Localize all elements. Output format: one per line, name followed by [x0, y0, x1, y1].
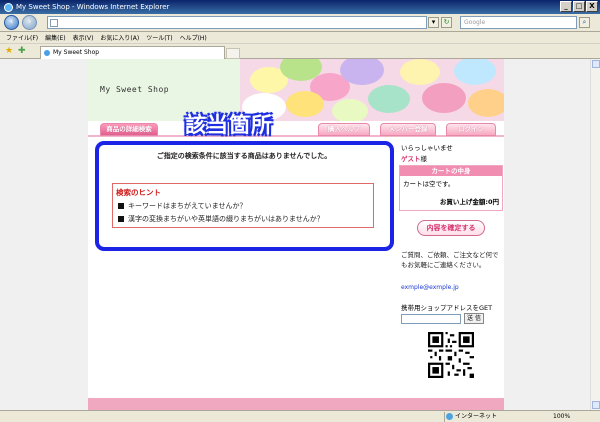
menu-view[interactable]: 表示(V): [73, 33, 94, 42]
menu-help[interactable]: ヘルプ(H): [180, 33, 207, 42]
cart-title: カートの中身: [400, 166, 502, 176]
status-bar: インターネット 100%: [0, 410, 600, 422]
menu-favorites[interactable]: お気に入り(A): [100, 33, 139, 42]
contact-email-link[interactable]: exmple@exmple.jp: [401, 284, 459, 291]
qr-code-image: [428, 332, 474, 378]
menu-bar: ファイル(F) 編集(E) 表示(V) お気に入り(A) ツール(T) ヘルプ(…: [0, 32, 600, 44]
scroll-up-button[interactable]: [592, 60, 600, 68]
site-nav: 商品の詳細検索 購入ヘルプ メンバー登録 ログイン: [88, 121, 504, 137]
search-hint-box: 検索のヒント キーワードはまちがえていませんか？ 漢字の変換まちがいや英単語の綴…: [112, 183, 374, 228]
minimize-button[interactable]: _: [560, 1, 572, 12]
menu-tools[interactable]: ツール(T): [146, 33, 172, 42]
window-titlebar: My Sweet Shop - Windows Internet Explore…: [0, 0, 600, 14]
confirm-cart-button[interactable]: 内容を確定する: [417, 220, 485, 236]
tab-page-icon: [44, 50, 50, 56]
scroll-down-button[interactable]: [592, 401, 600, 409]
greeting-text: いらっしゃいませ: [401, 144, 453, 152]
mobile-address-input[interactable]: [401, 314, 461, 324]
send-button[interactable]: 送 信: [464, 313, 484, 324]
browser-viewport: My Sweet Shop 商品の詳細検索 購入ヘルプ メンバー登録 ログイン: [0, 59, 600, 410]
new-tab-button[interactable]: [226, 48, 240, 59]
nav-tab-purchase-help[interactable]: 購入ヘルプ: [318, 123, 370, 136]
no-results-message: ご指定の検索条件に該当する商品はありませんでした。: [156, 152, 332, 160]
cart-box: カートの中身 カートは空です。 お買い上げ金額:0円: [399, 165, 503, 211]
site-header: My Sweet Shop: [88, 59, 504, 121]
address-dropdown-button[interactable]: ▾: [428, 17, 439, 28]
search-icon[interactable]: ⌕: [579, 17, 590, 28]
guest-name: ゲスト: [401, 155, 421, 163]
favorites-star-icon[interactable]: ★: [5, 46, 13, 56]
address-toolbar: ‹ › ▾ ↻ × Google ⌕: [0, 14, 600, 32]
forward-button[interactable]: ›: [22, 15, 37, 30]
nav-tab-member-register[interactable]: メンバー登録: [380, 123, 436, 136]
add-favorite-icon[interactable]: ✚: [18, 46, 26, 56]
hint-title: 検索のヒント: [116, 188, 161, 197]
footer-bar: [88, 398, 504, 410]
bullet-icon: [118, 216, 124, 222]
nav-tab-login[interactable]: ログイン: [446, 123, 496, 136]
tab-bar: ★ ✚ My Sweet Shop: [0, 44, 600, 59]
hint-item: 漢字の変換まちがいや英単語の綴りまちがいはありませんか？: [118, 214, 324, 224]
sidebar: いらっしゃいませ ゲスト様 カートの中身 カートは空です。 お買い上げ金額:0円…: [398, 139, 504, 410]
cart-empty-text: カートは空です。: [403, 180, 455, 188]
address-input[interactable]: [47, 16, 427, 29]
globe-icon: [446, 413, 453, 420]
cart-total: お買い上げ金額:0円: [439, 198, 499, 206]
maximize-button[interactable]: □: [573, 1, 585, 12]
window-controls: _ □ X: [560, 1, 598, 12]
site-logo[interactable]: My Sweet Shop: [100, 85, 169, 94]
ie-icon: [4, 2, 13, 12]
security-zone: インターネット: [444, 412, 544, 422]
window-title: My Sweet Shop - Windows Internet Explore…: [16, 3, 170, 11]
annotation-label: 該当箇所: [185, 113, 273, 137]
close-button[interactable]: X: [586, 1, 598, 12]
guest-line: ゲスト様: [401, 155, 427, 163]
hint-item: キーワードはまちがえていませんか？: [118, 201, 246, 211]
mobile-address-label: 携帯用ショップアドレスをGET: [401, 304, 493, 312]
menu-edit[interactable]: 編集(E): [45, 33, 65, 42]
contact-text: ご質問、ご依頼、ご注文など何でもお気軽にご連絡ください。: [401, 251, 499, 269]
search-input[interactable]: Google: [460, 16, 577, 29]
back-button[interactable]: ‹: [4, 15, 19, 30]
header-candy-image: [240, 59, 504, 121]
web-page: My Sweet Shop 商品の詳細検索 購入ヘルプ メンバー登録 ログイン: [88, 59, 504, 410]
page-icon: [50, 19, 58, 27]
menu-file[interactable]: ファイル(F): [6, 33, 38, 42]
refresh-icon[interactable]: ↻: [441, 17, 452, 28]
bullet-icon: [118, 203, 124, 209]
tab-my-sweet-shop[interactable]: My Sweet Shop: [40, 46, 225, 59]
vertical-scrollbar[interactable]: [590, 59, 600, 410]
nav-tab-detail-search[interactable]: 商品の詳細検索: [100, 123, 158, 136]
zoom-level[interactable]: 100%: [553, 412, 570, 422]
